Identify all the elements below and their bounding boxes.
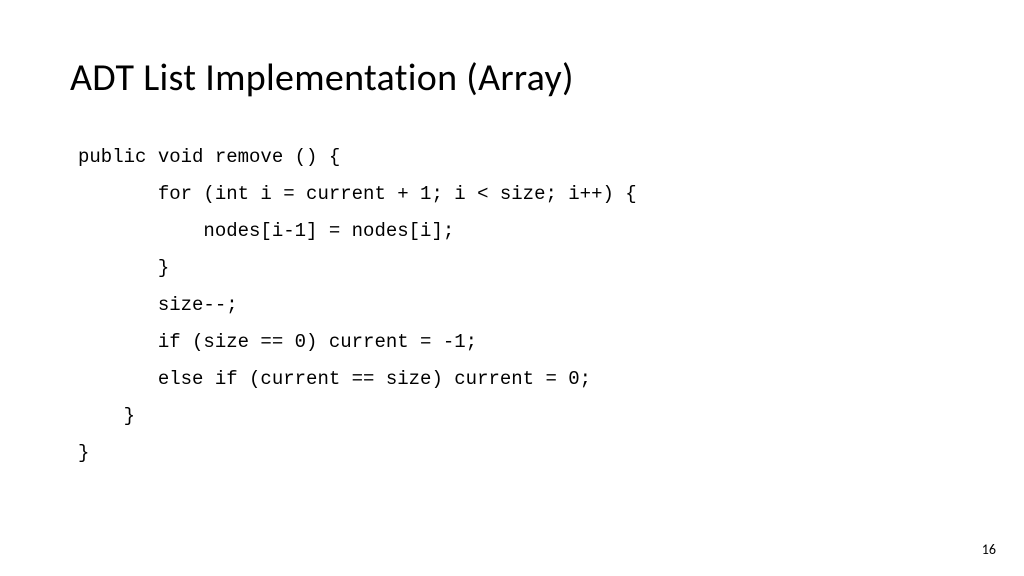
code-line: if (size == 0) current = -1; [78,331,477,353]
page-number: 16 [982,541,996,558]
code-line: } [78,442,89,464]
slide-title: ADT List Implementation (Array) [70,55,954,101]
code-line: for (int i = current + 1; i < size; i++)… [78,183,637,205]
code-line: nodes[i-1] = nodes[i]; [78,220,454,242]
code-line: else if (current == size) current = 0; [78,368,591,390]
code-line: } [78,405,135,427]
code-line: } [78,257,169,279]
slide-container: ADT List Implementation (Array) public v… [0,0,1024,576]
code-block: public void remove () { for (int i = cur… [78,139,954,472]
code-line: size--; [78,294,238,316]
code-line: public void remove () { [78,146,340,168]
